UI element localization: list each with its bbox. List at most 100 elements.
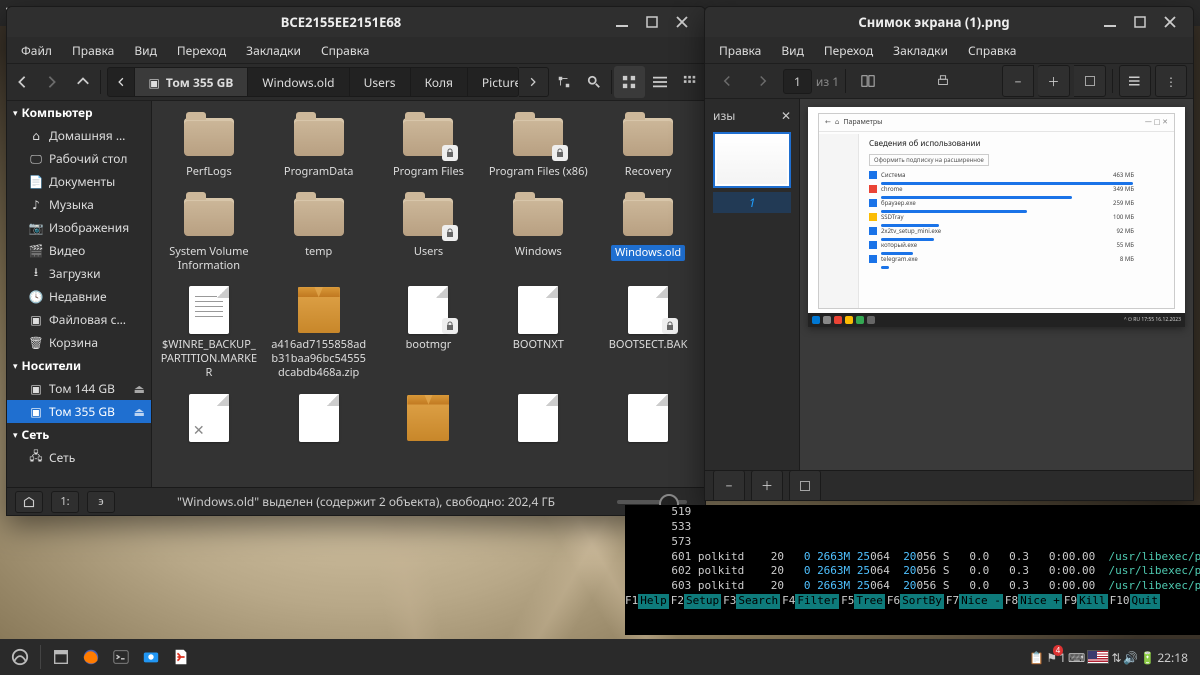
file-item[interactable]: a416ad7155858adb31baa96bc54555dcabdb468a… xyxy=(266,282,372,385)
thumbnail-1[interactable] xyxy=(713,132,791,188)
file-item[interactable]: Recovery xyxy=(595,109,701,185)
menu-view[interactable]: Вид xyxy=(124,38,167,63)
sidebar-item[interactable]: 🖵Рабочий стол xyxy=(7,147,151,170)
iv-canvas[interactable]: ←⌂ Параметры — □ ✕ Сведения об использов… xyxy=(800,99,1193,470)
sidebar-header[interactable]: ▾Компьютер xyxy=(7,101,151,124)
menu-file[interactable]: Файл xyxy=(11,38,62,63)
file-item[interactable] xyxy=(485,390,591,452)
file-item[interactable]: PerfLogs xyxy=(156,109,262,185)
file-item[interactable]: bootmgr xyxy=(376,282,482,385)
page-number-field[interactable]: 1 xyxy=(783,69,812,94)
file-item[interactable]: $WINRE_BACKUP_PARTITION.MARKER xyxy=(156,282,262,385)
sb-btn-1[interactable]: 1: xyxy=(51,491,79,513)
sidebar-item[interactable]: ⌂Домашняя … xyxy=(7,124,151,147)
file-item[interactable] xyxy=(595,390,701,452)
iv-titlebar[interactable]: Снимок экрана (1).png xyxy=(705,7,1193,37)
path-segment[interactable]: Pictures xyxy=(468,68,519,96)
file-pane[interactable]: PerfLogsProgramDataProgram FilesProgram … xyxy=(152,101,705,487)
minimize-button[interactable] xyxy=(607,7,637,37)
menu-view[interactable]: Вид xyxy=(771,38,814,63)
tray-volume-icon[interactable]: 🔊 xyxy=(1123,649,1138,666)
properties-icon[interactable] xyxy=(1119,65,1151,97)
file-item[interactable]: Program Files (x86) xyxy=(485,109,591,185)
tray-keyboard-icon[interactable]: ⌨ xyxy=(1068,649,1085,666)
fm-titlebar[interactable]: BCE2155EE2151E68 xyxy=(7,7,705,37)
tray-network-icon[interactable]: ⇅ xyxy=(1111,649,1121,666)
sidebar-item[interactable]: 📄Документы xyxy=(7,170,151,193)
sidebar-item[interactable]: 🎬Видео xyxy=(7,239,151,262)
maximize-button[interactable] xyxy=(1125,7,1155,37)
path-prev-button[interactable] xyxy=(108,68,135,96)
menu-bookmarks[interactable]: Закладки xyxy=(883,38,958,63)
close-button[interactable] xyxy=(667,7,697,37)
menu-go[interactable]: Переход xyxy=(814,38,883,63)
file-item[interactable]: Windows.old xyxy=(595,189,701,279)
search-icon[interactable] xyxy=(579,66,609,98)
menu-go[interactable]: Переход xyxy=(167,38,236,63)
sidebar-item[interactable]: ♪Музыка xyxy=(7,193,151,216)
dual-page-icon[interactable] xyxy=(852,65,884,97)
footer-zoom-out[interactable]: − xyxy=(713,470,745,502)
file-item[interactable]: BOOTSECT.BAK xyxy=(595,282,701,385)
file-item[interactable] xyxy=(156,390,262,452)
sb-btn-2[interactable]: э xyxy=(87,491,115,513)
file-item[interactable]: temp xyxy=(266,189,372,279)
nav-forward-button[interactable] xyxy=(37,66,67,98)
view-compact-button[interactable] xyxy=(675,66,705,98)
file-item[interactable] xyxy=(266,390,372,452)
footer-zoom-in[interactable]: ＋ xyxy=(751,470,783,502)
tray-clipboard-icon[interactable]: 📋 xyxy=(1029,649,1044,666)
sidebar-item[interactable]: ▣Файловая с… xyxy=(7,308,151,331)
sidebar-item[interactable]: ▣Том 355 GB⏏ xyxy=(7,400,151,423)
file-item[interactable]: System Volume Information xyxy=(156,189,262,279)
tray-clock[interactable]: 22:18 xyxy=(1157,649,1188,666)
minimize-button[interactable] xyxy=(1095,7,1125,37)
nav-up-button[interactable] xyxy=(67,66,97,98)
taskbar-files-icon[interactable] xyxy=(47,643,75,671)
footer-zoom-fit[interactable] xyxy=(789,470,821,502)
menu-help[interactable]: Справка xyxy=(958,38,1027,63)
tray-battery-icon[interactable]: 🔋 xyxy=(1140,649,1155,666)
file-item[interactable]: BOOTNXT xyxy=(485,282,591,385)
taskbar-pdf-icon[interactable] xyxy=(167,643,195,671)
path-next-button[interactable] xyxy=(519,67,549,97)
menu-help[interactable]: Справка xyxy=(311,38,380,63)
zoom-slider[interactable] xyxy=(617,500,687,504)
sidebar-item[interactable]: ⭳Загрузки xyxy=(7,262,151,285)
sidebar-item[interactable]: ▣Том 144 GB⏏ xyxy=(7,377,151,400)
sidebar-item[interactable]: 🖧Сеть xyxy=(7,446,151,469)
path-segment[interactable]: ▣Том 355 GB xyxy=(135,68,249,96)
file-item[interactable]: ProgramData xyxy=(266,109,372,185)
sidebar-item[interactable]: 📷Изображения xyxy=(7,216,151,239)
file-item[interactable] xyxy=(376,390,482,452)
file-item[interactable]: Windows xyxy=(485,189,591,279)
path-segment[interactable]: Windows.old xyxy=(248,68,349,96)
sidebar-item[interactable]: 🕓Недавние xyxy=(7,285,151,308)
nav-back-button[interactable] xyxy=(7,66,37,98)
zoom-out-icon[interactable]: − xyxy=(1002,65,1034,97)
zoom-in-icon[interactable]: ＋ xyxy=(1038,65,1070,97)
nav-next-icon[interactable] xyxy=(747,65,779,97)
path-segment[interactable]: Коля xyxy=(411,68,468,96)
terminal-htop[interactable]: 519 533 573 601 polkitd 20 0 2663M 25064… xyxy=(625,505,1200,635)
view-list-button[interactable] xyxy=(645,66,675,98)
path-segment[interactable]: Users xyxy=(350,68,411,96)
sidebar-header[interactable]: ▾Носители xyxy=(7,354,151,377)
nav-prev-icon[interactable] xyxy=(711,65,743,97)
menu-icon[interactable]: ⋮ xyxy=(1155,65,1187,97)
zoom-fit-icon[interactable] xyxy=(1074,65,1106,97)
close-button[interactable] xyxy=(1155,7,1185,37)
print-icon[interactable] xyxy=(927,65,959,97)
taskbar-screenshot-icon[interactable] xyxy=(137,643,165,671)
menu-bookmarks[interactable]: Закладки xyxy=(236,38,311,63)
sidebar-header[interactable]: ▾Сеть xyxy=(7,423,151,446)
start-menu-icon[interactable] xyxy=(6,643,34,671)
menu-edit[interactable]: Правка xyxy=(709,38,771,63)
tray-layout-flag[interactable] xyxy=(1087,650,1109,664)
file-item[interactable]: Users xyxy=(376,189,482,279)
menu-edit[interactable]: Правка xyxy=(62,38,124,63)
thumbs-close-icon[interactable]: ✕ xyxy=(781,107,791,124)
sb-places-icon[interactable] xyxy=(15,491,43,513)
toggle-location-icon[interactable] xyxy=(549,66,579,98)
sidebar-item[interactable]: 🗑Корзина xyxy=(7,331,151,354)
